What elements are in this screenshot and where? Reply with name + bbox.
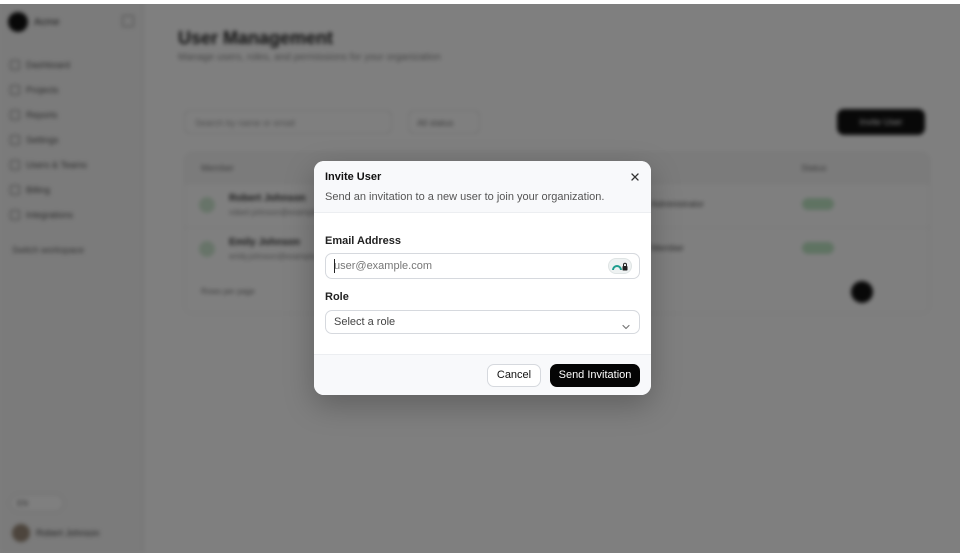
role-select[interactable]: Select a role [325, 310, 640, 334]
close-icon-glyph [631, 173, 639, 181]
chevron-down-icon [621, 318, 631, 330]
dialog-header: Invite User Send an invitation to a new … [314, 161, 651, 213]
send-invitation-button[interactable]: Send Invitation [550, 364, 640, 387]
screen: Acme Dashboard Projects Reports [0, 0, 960, 553]
cancel-button[interactable]: Cancel [487, 364, 541, 387]
email-label: Email Address [325, 235, 402, 247]
dialog-footer: Cancel Send Invitation [314, 354, 651, 395]
email-field[interactable] [325, 253, 640, 279]
chevron-down-glyph [622, 324, 630, 330]
password-manager-icon[interactable] [608, 258, 632, 274]
password-manager-glyph [612, 262, 628, 271]
text-caret [334, 259, 335, 273]
window-top-edge [0, 0, 960, 4]
role-label: Role [325, 291, 349, 303]
close-icon[interactable] [628, 170, 642, 184]
role-select-placeholder: Select a role [334, 316, 396, 328]
dialog-description: Send an invitation to a new user to join… [325, 191, 605, 203]
dialog-title: Invite User [325, 171, 382, 183]
invite-user-dialog: Invite User Send an invitation to a new … [314, 161, 651, 395]
